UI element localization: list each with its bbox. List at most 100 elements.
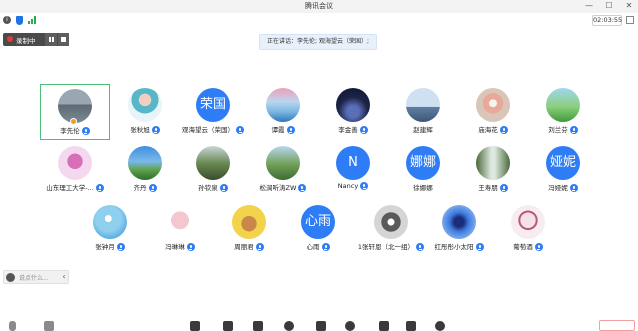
mic-icon: [569, 184, 578, 192]
sun-avatar-icon: [93, 205, 127, 239]
participant-tile[interactable]: 张钟月: [75, 201, 145, 257]
participant-tile[interactable]: 谭霞: [248, 84, 318, 140]
text-avatar: 娜娜: [406, 146, 440, 180]
participant-tile[interactable]: 孙钦泉: [178, 142, 248, 198]
collapse-chat-icon[interactable]: ‹: [59, 271, 69, 283]
participant-tile[interactable]: 刘兰芬: [528, 84, 598, 140]
apps-icon[interactable]: [379, 321, 389, 331]
mic-icon: [236, 126, 244, 134]
fullscreen-icon[interactable]: [626, 16, 634, 24]
participant-tile[interactable]: 张秋旭: [110, 84, 180, 140]
mic-icon: [95, 184, 104, 192]
window-title: 腾讯会议: [305, 2, 333, 10]
participant-tile[interactable]: 王寿朋: [458, 142, 528, 198]
mic-icon: [475, 243, 484, 251]
participant-name: 山东理工大学-...: [46, 184, 94, 192]
close-icon[interactable]: ✕: [624, 1, 634, 10]
participant-name: 冯娅妮: [548, 184, 568, 192]
participant-tile[interactable]: 李先伦: [40, 84, 110, 140]
chat-placeholder: 说点什么...: [19, 275, 49, 282]
participant-tile[interactable]: 葡萄酒: [493, 201, 563, 257]
participant-tile[interactable]: 庙海花: [458, 84, 528, 140]
chat-input[interactable]: 说点什么... ‹: [3, 270, 69, 284]
participant-tile[interactable]: N Nancy: [318, 142, 388, 198]
text-avatar: 心雨: [301, 205, 335, 239]
participant-tile[interactable]: 齐丹: [110, 142, 180, 198]
participant-tile[interactable]: 1张轩恩（北一组）: [353, 201, 429, 257]
participant-name: 1张轩恩（北一组）: [357, 243, 415, 251]
info-icon[interactable]: i: [3, 16, 11, 24]
participant-tile[interactable]: 周丽君: [214, 201, 284, 257]
meeting-timer: 02:03:55: [592, 15, 623, 26]
mic-icon: [286, 126, 295, 134]
mic-icon: [499, 184, 508, 192]
camera-icon[interactable]: [44, 321, 54, 331]
night-avatar-icon: [336, 88, 370, 122]
bottom-toolbar: [0, 318, 638, 331]
record-dot-icon: [7, 36, 13, 42]
mic-icon: [219, 184, 228, 192]
title-bar: 腾讯会议 — ☐ ✕: [0, 0, 638, 13]
text-avatar: 娅妮: [546, 146, 580, 180]
mic-icon: [81, 127, 90, 135]
participant-name: 观海望云（荣国）: [182, 126, 234, 134]
chat-toolbar-icon[interactable]: [284, 321, 294, 331]
participant-tile[interactable]: 李金善: [318, 84, 388, 140]
more-settings-icon[interactable]: [435, 321, 445, 331]
mic-icon: [359, 126, 368, 134]
mic-icon: [151, 126, 160, 134]
participant-tile[interactable]: 心雨 心雨: [283, 201, 353, 257]
speaking-banner: 正在讲话：李先伦; 观海望云（荣国）;: [259, 34, 377, 50]
participant-name: 刘兰芬: [548, 126, 568, 134]
participant-tile[interactable]: 娅妮 冯娅妮: [528, 142, 598, 198]
harbor-avatar-icon: [406, 88, 440, 122]
participant-tile[interactable]: 红彤彤小太阳: [424, 201, 494, 257]
record-icon[interactable]: [316, 321, 326, 331]
mic-icon: [148, 184, 157, 192]
stop-recording-button[interactable]: [58, 33, 69, 46]
mic-icon: [416, 243, 425, 251]
layout-icon[interactable]: [406, 321, 416, 331]
recording-label: 录制中: [16, 37, 36, 45]
participant-name: 松涧听涛ZW: [259, 184, 297, 192]
participant-name: 李金善: [338, 126, 358, 134]
blue-avatar-icon: [442, 205, 476, 239]
invite-icon[interactable]: [223, 321, 233, 331]
settings-icon[interactable]: [345, 321, 355, 331]
shield-icon[interactable]: [16, 16, 23, 25]
participant-tile[interactable]: 松涧听涛ZW: [248, 142, 318, 198]
participant-tile[interactable]: 冯琳琳: [145, 201, 215, 257]
mic-icon: [534, 243, 543, 251]
microphone-icon[interactable]: [9, 321, 16, 331]
text-avatar: 荣国: [196, 88, 230, 122]
participant-name: Nancy: [337, 182, 359, 190]
recording-bar: 录制中: [3, 33, 69, 46]
mic-icon: [116, 243, 125, 251]
participant-name: 齐丹: [133, 184, 147, 192]
participant-tile[interactable]: 山东理工大学-...: [40, 142, 110, 198]
minimize-icon[interactable]: —: [584, 1, 594, 10]
mic-icon: [298, 184, 307, 192]
meeting-info-row: i 02:03:55: [0, 13, 638, 28]
participant-tile[interactable]: 荣国 观海望云（荣国）: [178, 84, 248, 140]
participant-tile[interactable]: 娜娜 徐娜娜: [388, 142, 458, 198]
participant-name: 张钟月: [95, 243, 115, 251]
star-avatar-icon: [374, 205, 408, 239]
waterfall-avatar-icon: [476, 146, 510, 180]
members-icon[interactable]: [253, 321, 263, 331]
mic-icon: [186, 243, 195, 251]
pause-recording-button[interactable]: [45, 33, 57, 46]
participant-name: 心雨: [306, 243, 320, 251]
participant-name: 红彤彤小太阳: [434, 243, 474, 251]
signal-icon[interactable]: [28, 16, 36, 24]
forest-avatar-icon: [196, 146, 230, 180]
maximize-icon[interactable]: ☐: [604, 1, 614, 10]
participant-name: 李先伦: [60, 127, 80, 135]
participant-name: 徐娜娜: [413, 184, 433, 192]
share-screen-icon[interactable]: [190, 321, 200, 331]
text-avatar: N: [336, 146, 370, 180]
participant-tile[interactable]: 赵建辉: [388, 84, 458, 140]
leave-meeting-button[interactable]: [599, 320, 635, 331]
participant-name: 赵建辉: [413, 126, 433, 134]
girl-avatar-icon: [128, 88, 162, 122]
